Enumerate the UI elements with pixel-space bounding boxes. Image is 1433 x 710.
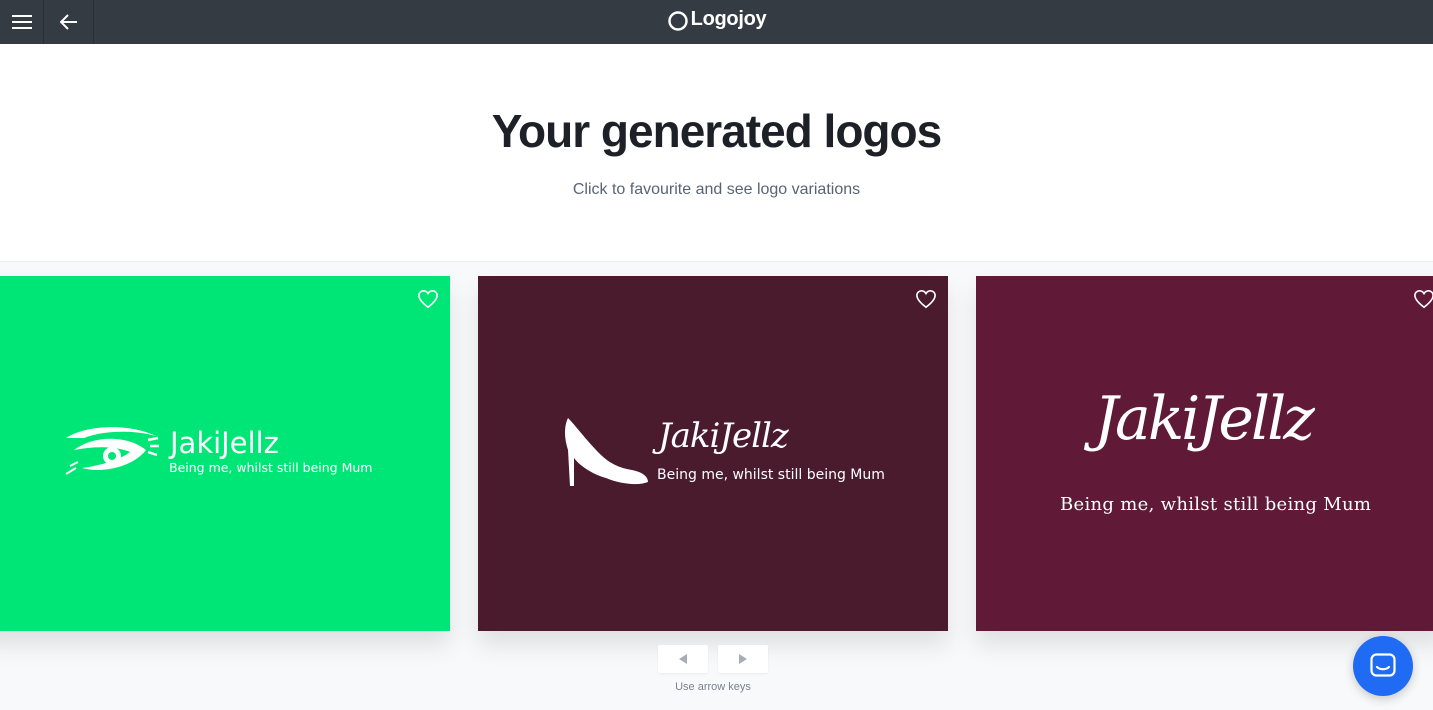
hero-section: Your generated logos Click to favourite …: [0, 44, 1433, 262]
page-title: Your generated logos: [491, 105, 942, 157]
eye-lash-icon: [65, 427, 159, 475]
logo-tagline: Being me, whilst still being Mum: [1060, 494, 1372, 515]
circle-logo-icon: [667, 10, 688, 31]
logo-card[interactable]: JakiJellz Being me, whilst still being M…: [478, 276, 948, 631]
page-subtitle: Click to favourite and see logo variatio…: [572, 181, 861, 198]
next-logo-button[interactable]: [718, 645, 768, 673]
top-bar: Logojoy: [0, 0, 1433, 44]
logo-name: JakiJellz: [1094, 384, 1315, 454]
heart-outline-icon[interactable]: [1413, 289, 1433, 309]
logo-tagline: Being me, whilst still being Mum: [169, 460, 373, 475]
heart-outline-icon[interactable]: [417, 289, 439, 309]
logo-gallery: JakiJellz Being me, whilst still being M…: [0, 262, 1433, 710]
logo-name: JakiJellz: [170, 426, 279, 460]
brand-name: Logojoy: [690, 8, 767, 30]
chat-bubble-icon: [1370, 653, 1396, 677]
logo-name: JakiJellz: [658, 416, 789, 456]
logo-card[interactable]: JakiJellz Being me, whilst still being M…: [976, 276, 1433, 631]
high-heel-shoe-icon: [565, 418, 648, 486]
triangle-left-icon: [679, 654, 687, 664]
logo-tagline: Being me, whilst still being Mum: [657, 467, 885, 483]
heart-outline-icon[interactable]: [915, 289, 937, 309]
logo-card[interactable]: JakiJellz Being me, whilst still being M…: [0, 276, 450, 631]
brand-logo[interactable]: Logojoy: [0, 8, 1433, 31]
keyboard-hint: Use arrow keys: [675, 681, 751, 693]
chat-launcher-button[interactable]: [1353, 636, 1413, 696]
previous-logo-button[interactable]: [658, 645, 708, 673]
triangle-right-icon: [739, 654, 747, 664]
